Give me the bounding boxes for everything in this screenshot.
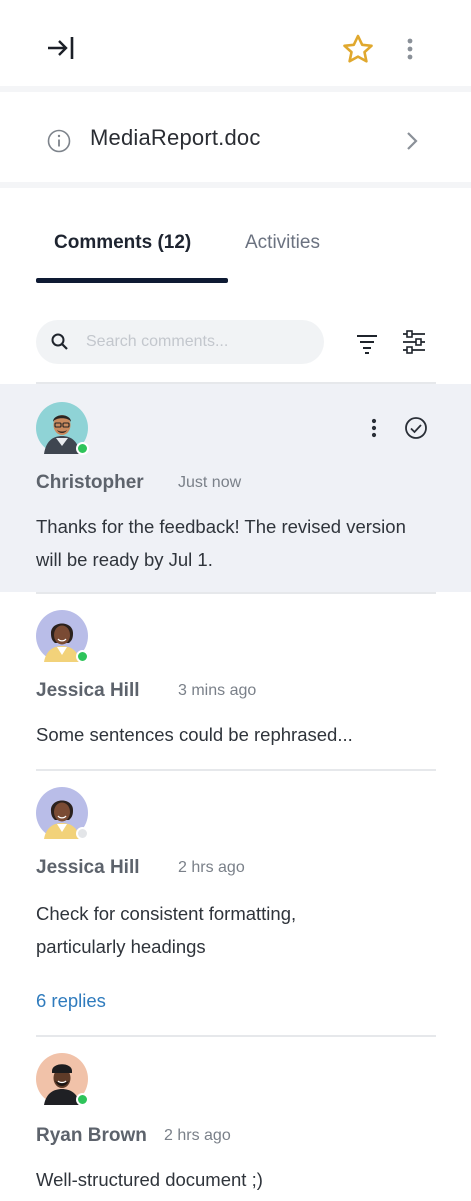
sliders-icon[interactable] (400, 328, 428, 356)
comments-panel: MediaReport.doc Comments (12) Activities (0, 0, 471, 1201)
online-status-dot (76, 650, 89, 663)
file-name: MediaReport.doc (90, 125, 261, 150)
online-status-dot (76, 1093, 89, 1106)
avatar[interactable] (36, 402, 89, 455)
comment-author[interactable]: Jessica Hill (36, 680, 140, 702)
avatar[interactable] (36, 1053, 89, 1106)
comment-item[interactable]: Ryan Brown 2 hrs ago Well-structured doc… (0, 1037, 471, 1201)
comment-item[interactable]: Jessica Hill 2 hrs ago Check for consist… (0, 771, 471, 1035)
avatar[interactable] (36, 610, 89, 663)
search-box (36, 320, 324, 364)
comment-more-icon[interactable] (362, 414, 386, 442)
more-vertical-icon[interactable] (398, 30, 422, 70)
panel-header (0, 0, 471, 92)
search-input[interactable] (86, 320, 316, 364)
comment-item[interactable]: Christopher Just now Thanks for the feed… (0, 384, 471, 592)
comment-text: Some sentences could be rephrased... (36, 724, 353, 745)
comment-time: 2 hrs ago (164, 1127, 231, 1144)
online-status-dot (76, 442, 89, 455)
star-icon[interactable] (338, 30, 378, 70)
comment-item[interactable]: Jessica Hill 3 mins ago Some sentences c… (0, 594, 471, 769)
chevron-right-icon (402, 128, 422, 154)
search-icon (50, 332, 70, 352)
comment-author[interactable]: Jessica Hill (36, 857, 140, 879)
offline-status-dot (76, 827, 89, 840)
comment-time: Just now (178, 474, 242, 491)
comment-text: Thanks for the feedback! The revised ver… (36, 516, 406, 570)
file-details-row[interactable]: MediaReport.doc (0, 98, 471, 188)
comment-author[interactable]: Ryan Brown (36, 1125, 147, 1147)
comment-author[interactable]: Christopher (36, 472, 144, 494)
tab-activities[interactable]: Activities (245, 232, 320, 254)
avatar[interactable] (36, 787, 89, 840)
sort-lines-icon[interactable] (354, 330, 380, 356)
comment-text: Check for consistent formatting, particu… (36, 903, 297, 957)
resolve-check-icon[interactable] (402, 414, 430, 442)
tab-comments[interactable]: Comments (12) (54, 232, 191, 254)
collapse-icon[interactable] (40, 30, 80, 66)
active-tab-indicator (36, 278, 228, 283)
replies-link[interactable]: 6 replies (36, 990, 106, 1012)
comment-time: 3 mins ago (178, 682, 257, 699)
info-icon (46, 128, 72, 154)
comment-text: Well-structured document ;) (36, 1169, 263, 1190)
comment-time: 2 hrs ago (178, 859, 245, 876)
